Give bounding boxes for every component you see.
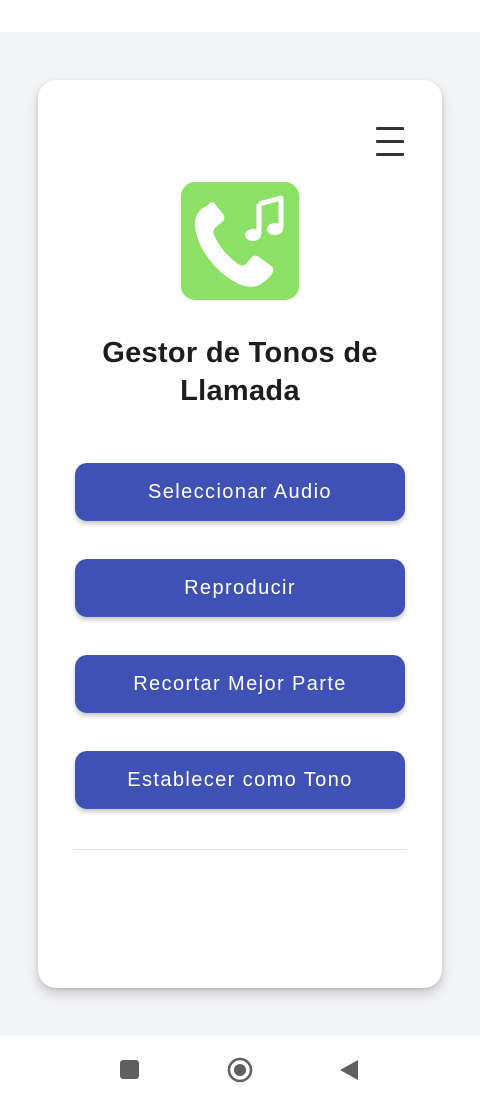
- menu-line: [376, 153, 404, 156]
- menu-line: [376, 127, 404, 130]
- main-card: Gestor de Tonos de Llamada Seleccionar A…: [38, 80, 442, 988]
- recents-square-icon[interactable]: [120, 1060, 139, 1079]
- menu-line: [376, 140, 404, 143]
- status-bar: [0, 0, 480, 32]
- page-title: Gestor de Tonos de Llamada: [102, 337, 378, 407]
- app-logo-icon: [181, 182, 299, 300]
- divider: [73, 849, 407, 850]
- play-button[interactable]: Reproducir: [75, 559, 405, 617]
- system-nav-bar: [0, 1036, 480, 1100]
- select-audio-button[interactable]: Seleccionar Audio: [75, 463, 405, 521]
- trim-best-part-button[interactable]: Recortar Mejor Parte: [75, 655, 405, 713]
- back-triangle-icon[interactable]: [338, 1058, 360, 1082]
- menu-icon[interactable]: [370, 124, 410, 160]
- set-ringtone-button[interactable]: Establecer como Tono: [75, 751, 405, 809]
- phone-music-icon: [195, 195, 284, 287]
- home-circle-icon[interactable]: [227, 1057, 253, 1083]
